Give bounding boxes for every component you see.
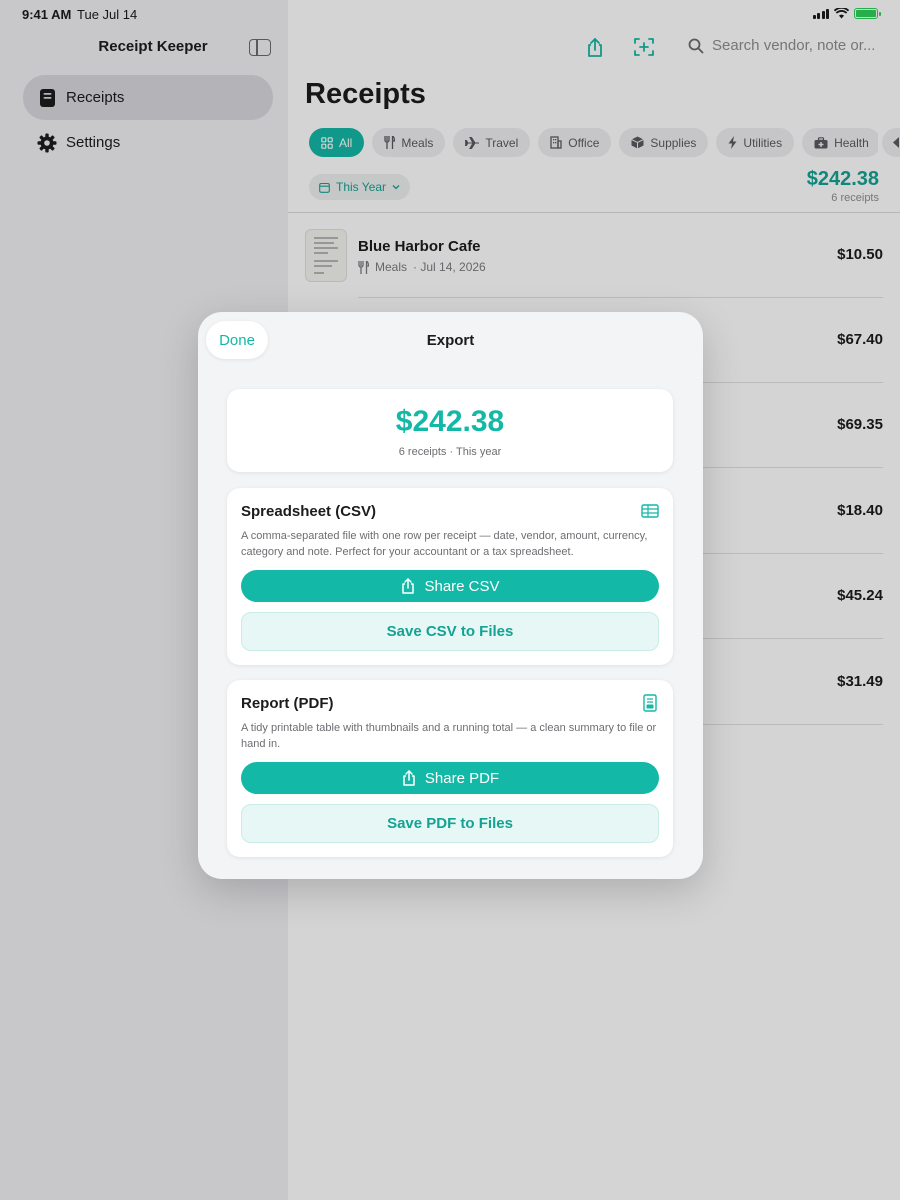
share-csv-button[interactable]: Share CSV: [241, 570, 659, 602]
sheet-title: Export: [426, 332, 475, 349]
table-icon: [641, 504, 659, 518]
save-csv-button[interactable]: Save CSV to Files: [241, 612, 659, 651]
csv-card-title: Spreadsheet (CSV): [241, 503, 377, 520]
pdf-card-description: A tidy printable table with thumbnails a…: [241, 722, 657, 750]
share-icon: [403, 770, 415, 786]
share-pdf-button[interactable]: Share PDF: [241, 762, 659, 794]
export-summary-subtitle: 6 receipts · This year: [398, 446, 502, 458]
share-pdf-label: Share PDF: [424, 769, 500, 787]
pdf-card-title: Report (PDF): [241, 695, 334, 712]
pdf-export-card: Report (PDF) A tidy printable table with…: [227, 680, 673, 857]
export-sheet: Done Export $242.38 6 receipts · This ye…: [198, 312, 703, 879]
export-total-amount: $242.38: [395, 405, 505, 438]
csv-card-description: A comma-separated file with one row per …: [241, 530, 648, 558]
share-csv-label: Share CSV: [424, 577, 500, 595]
share-icon: [402, 578, 415, 594]
pdf-document-icon: [643, 694, 657, 712]
save-pdf-button[interactable]: Save PDF to Files: [241, 804, 659, 843]
export-summary-card: $242.38 6 receipts · This year: [227, 389, 673, 472]
csv-export-card: Spreadsheet (CSV) A comma-separated file…: [227, 488, 673, 665]
